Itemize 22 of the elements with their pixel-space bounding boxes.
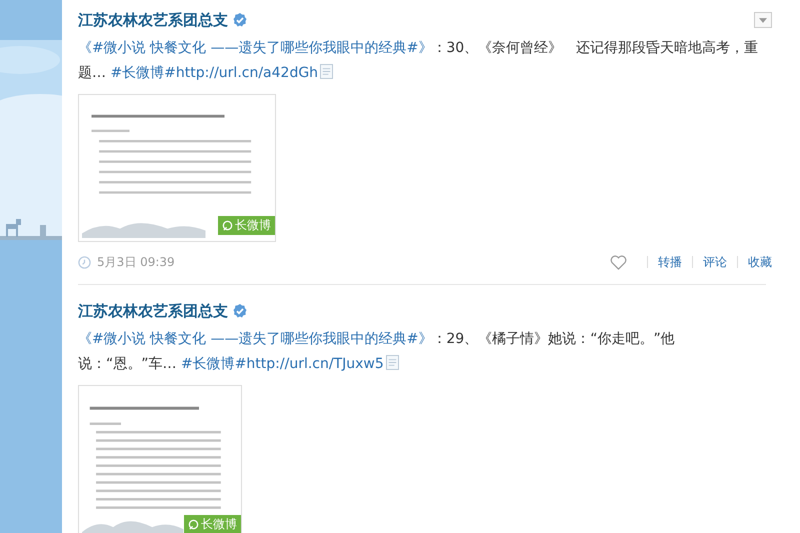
author-name[interactable]: 江苏农林农艺系团总支 <box>78 302 228 320</box>
author-name[interactable]: 江苏农林农艺系团总支 <box>78 10 228 30</box>
badge-icon <box>222 220 233 231</box>
caret-icon <box>759 18 767 22</box>
long-post-badge: 长微博 <box>184 515 241 533</box>
badge-icon <box>188 519 199 530</box>
clock-icon <box>78 256 91 268</box>
hashtag-link[interactable]: 《#微小说 快餐文化 ——遗失了哪些你我眼中的经典#》 <box>78 331 432 347</box>
action-link[interactable]: 转播 <box>658 254 682 270</box>
post-text: 《#微小说 快餐文化 ——遗失了哪些你我眼中的经典#》：30、《奈何曾经》 还记得那段昏天暗地高考，重题… #长微博#http://url.cn/a42dGh <box>78 39 760 83</box>
action-link[interactable]: 收藏 <box>748 254 772 270</box>
action-link[interactable]: 评论 <box>703 254 727 270</box>
post-text: 《#微小说 快餐文化 ——遗失了哪些你我眼中的经典#》：29、《橘子情》她说：“你走吧。”他说：“恩。”车… #长微博#http://url.cn/TJuxw5 <box>78 330 676 374</box>
heart-icon[interactable] <box>610 254 627 270</box>
hashtag-link[interactable]: #长微博#http://url.cn/TJuxw5 <box>176 356 384 372</box>
post-time[interactable]: 5月3日 09:39 <box>97 254 175 270</box>
document-icon <box>320 64 334 79</box>
hashtag-link[interactable]: 《#微小说 快餐文化 ——遗失了哪些你我眼中的经典#》 <box>78 40 432 56</box>
dropdown-button[interactable] <box>754 12 772 28</box>
long-post-badge: 长微博 <box>218 216 275 235</box>
hashtag-link[interactable]: #长微博#http://url.cn/a42dGh <box>106 65 318 81</box>
document-icon <box>386 355 399 370</box>
